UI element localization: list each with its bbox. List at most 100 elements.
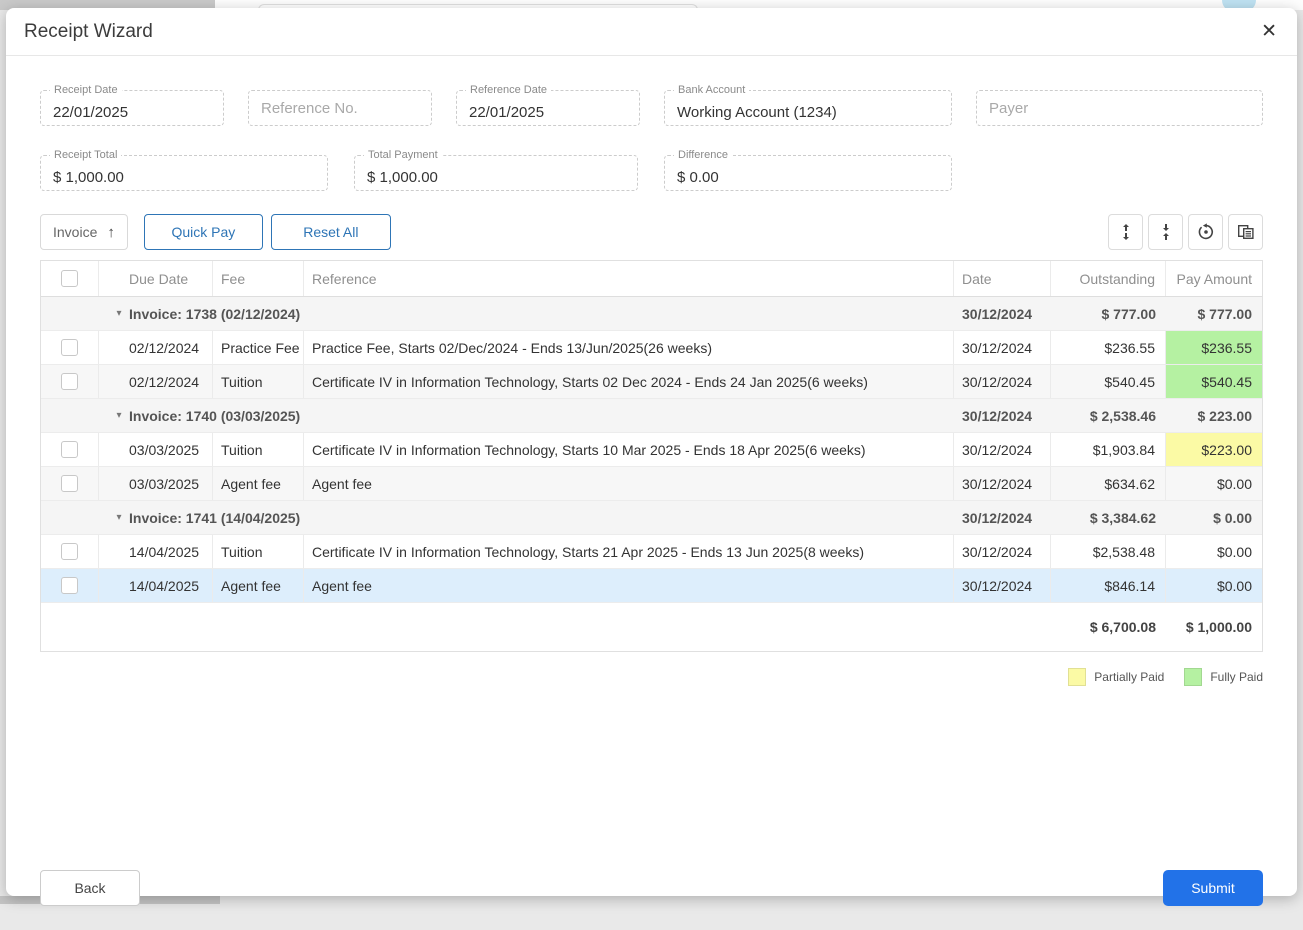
cell-outstanding: $2,538.48 [1051,535,1166,568]
cell-outstanding: $634.62 [1051,467,1166,500]
cell-due-date: 14/04/2025 [99,569,213,602]
reference-no-input[interactable] [249,91,431,125]
invoice-group-row[interactable]: ▾ Invoice: 1741 (14/04/2025) 30/12/2024 … [41,501,1262,535]
cell-outstanding: $540.45 [1051,365,1166,398]
close-icon[interactable]: ✕ [1261,22,1277,41]
invoice-group-row[interactable]: ▾ Invoice: 1740 (03/03/2025) 30/12/2024 … [41,399,1262,433]
sort-chip-invoice[interactable]: Invoice ↑ [40,214,128,250]
collapse-group-icon[interactable]: ▾ [109,308,129,319]
cell-outstanding: $1,903.84 [1051,433,1166,466]
receipt-total-field: Receipt Total [40,155,328,191]
cell-fee: Tuition [213,365,304,398]
partially-paid-swatch [1068,668,1086,686]
row-checkbox[interactable] [61,475,78,492]
difference-label: Difference [674,148,732,162]
cell-fee: Agent fee [213,467,304,500]
group-pay-amount: $ 777.00 [1166,297,1262,330]
collapse-group-icon[interactable]: ▾ [109,410,129,421]
cell-reference: Practice Fee, Starts 02/Dec/2024 - Ends … [304,331,954,364]
invoice-group-label: Invoice: 1741 (14/04/2025) [129,510,300,526]
fee-row[interactable]: 02/12/2024 Practice Fee Practice Fee, St… [41,331,1262,365]
back-button[interactable]: Back [40,870,140,906]
status-legend: Partially Paid Fully Paid [40,668,1263,686]
payments-table: Due Date Fee Reference Date Outstanding … [40,260,1263,652]
cell-fee: Agent fee [213,569,304,602]
cell-date: 30/12/2024 [954,433,1051,466]
total-payment-field: Total Payment [354,155,638,191]
row-checkbox[interactable] [61,373,78,390]
cell-pay-amount[interactable]: $223.00 [1166,433,1262,466]
invoice-group-row[interactable]: ▾ Invoice: 1738 (02/12/2024) 30/12/2024 … [41,297,1262,331]
fee-row[interactable]: 02/12/2024 Tuition Certificate IV in Inf… [41,365,1262,399]
cell-due-date: 02/12/2024 [99,365,213,398]
invoice-group-label: Invoice: 1740 (03/03/2025) [129,408,300,424]
select-all-checkbox[interactable] [61,270,78,287]
row-checkbox[interactable] [61,543,78,560]
cell-outstanding: $236.55 [1051,331,1166,364]
fee-row-selected[interactable]: 14/04/2025 Agent fee Agent fee 30/12/202… [41,569,1262,603]
group-outstanding: $ 2,538.46 [1051,399,1166,432]
column-header-date[interactable]: Date [954,261,1051,296]
row-checkbox[interactable] [61,577,78,594]
cell-date: 30/12/2024 [954,331,1051,364]
reference-no-field [248,90,432,126]
payer-input[interactable] [977,91,1262,125]
invoice-group-label: Invoice: 1738 (02/12/2024) [129,306,300,322]
revert-icon[interactable] [1188,214,1223,250]
group-outstanding: $ 777.00 [1051,297,1166,330]
column-header-fee[interactable]: Fee [213,261,304,296]
cell-pay-amount[interactable]: $236.55 [1166,331,1262,364]
expand-all-icon[interactable] [1108,214,1143,250]
cell-pay-amount[interactable]: $540.45 [1166,365,1262,398]
modal-content: Receipt Date Reference Date Bank Account… [6,90,1297,930]
sort-asc-icon: ↑ [107,224,115,241]
form-row-1: Receipt Date Reference Date Bank Account [40,90,1263,126]
sort-chip-label: Invoice [53,224,97,240]
collapse-all-icon[interactable] [1148,214,1183,250]
total-outstanding: $ 6,700.08 [1051,603,1166,651]
cell-pay-amount[interactable]: $0.00 [1166,569,1262,602]
reference-date-label: Reference Date [466,83,551,97]
cell-due-date: 14/04/2025 [99,535,213,568]
reset-all-button[interactable]: Reset All [271,214,391,250]
group-outstanding: $ 3,384.62 [1051,501,1166,534]
receipt-date-label: Receipt Date [50,83,122,97]
total-pay-amount: $ 1,000.00 [1166,603,1262,651]
toolbar-icon-group [1108,214,1263,250]
group-date: 30/12/2024 [954,399,1051,432]
cell-date: 30/12/2024 [954,365,1051,398]
column-header-due-date[interactable]: Due Date [99,261,213,296]
fee-row[interactable]: 03/03/2025 Agent fee Agent fee 30/12/202… [41,467,1262,501]
cell-fee: Tuition [213,535,304,568]
cell-pay-amount[interactable]: $0.00 [1166,467,1262,500]
table-header-row: Due Date Fee Reference Date Outstanding … [41,261,1262,297]
difference-field: Difference [664,155,952,191]
cell-pay-amount[interactable]: $0.00 [1166,535,1262,568]
fee-row[interactable]: 03/03/2025 Tuition Certificate IV in Inf… [41,433,1262,467]
column-header-outstanding[interactable]: Outstanding [1051,261,1166,296]
cell-fee: Practice Fee [213,331,304,364]
bank-account-field: Bank Account [664,90,952,126]
submit-button[interactable]: Submit [1163,870,1263,906]
column-header-reference[interactable]: Reference [304,261,954,296]
row-checkbox[interactable] [61,339,78,356]
receipt-wizard-modal: Receipt Wizard ✕ Receipt Date Reference … [6,8,1297,896]
group-date: 30/12/2024 [954,297,1051,330]
cell-due-date: 02/12/2024 [99,331,213,364]
fully-paid-label: Fully Paid [1210,670,1263,684]
modal-title: Receipt Wizard [24,21,153,43]
collapse-group-icon[interactable]: ▾ [109,512,129,523]
column-header-pay-amount[interactable]: Pay Amount [1166,261,1262,296]
reference-date-field: Reference Date [456,90,640,126]
receipt-date-field: Receipt Date [40,90,224,126]
cell-outstanding: $846.14 [1051,569,1166,602]
quick-pay-button[interactable]: Quick Pay [144,214,263,250]
fee-row[interactable]: 14/04/2025 Tuition Certificate IV in Inf… [41,535,1262,569]
row-checkbox[interactable] [61,441,78,458]
cell-due-date: 03/03/2025 [99,433,213,466]
copy-icon[interactable] [1228,214,1263,250]
group-pay-amount: $ 0.00 [1166,501,1262,534]
form-row-2: Receipt Total Total Payment Difference [40,155,1263,191]
table-totals-row: $ 6,700.08 $ 1,000.00 [41,603,1262,651]
group-date: 30/12/2024 [954,501,1051,534]
